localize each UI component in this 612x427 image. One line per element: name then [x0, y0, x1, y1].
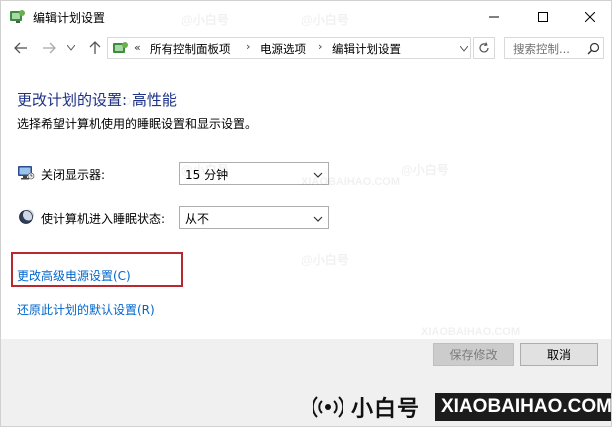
edit-plan-settings-window: 编辑计划设置 « 所有控制面板项 › 电源选项 › 编辑计划设置 搜索控制...…	[0, 0, 612, 427]
sleep-value: 从不	[185, 212, 210, 226]
watermark-text-cn: 小白号	[351, 397, 421, 422]
watermark-en-box: XIAOBAIHAO.COM	[435, 393, 611, 421]
control-panel-icon	[112, 40, 130, 56]
breadcrumb-power-options[interactable]: 电源选项	[260, 41, 306, 57]
window-title: 编辑计划设置	[33, 11, 106, 25]
restore-defaults-link[interactable]: 还原此计划的默认设置(R)	[17, 301, 155, 318]
breadcrumb-overflow[interactable]: «	[134, 41, 141, 54]
minimize-button[interactable]	[471, 1, 517, 32]
sleep-label: 使计算机进入睡眠状态:	[41, 212, 166, 226]
chevron-down-icon	[313, 169, 323, 179]
watermark-tile: XIAOBAIHAO.COM	[421, 326, 520, 338]
page-title: 更改计划的设置: 高性能	[17, 91, 177, 109]
watermark-banner: 小白号 XIAOBAIHAO.COM	[311, 389, 611, 425]
address-dropdown-button[interactable]	[457, 38, 471, 60]
display-off-select[interactable]: 15 分钟	[179, 162, 329, 185]
back-button[interactable]	[11, 38, 31, 58]
display-off-label: 关闭显示器:	[41, 168, 106, 182]
cancel-button[interactable]: 取消	[520, 343, 598, 366]
control-panel-icon	[9, 8, 27, 24]
close-button[interactable]	[567, 1, 611, 32]
title-bar: 编辑计划设置	[1, 1, 611, 32]
chevron-down-icon	[313, 213, 323, 223]
maximize-button[interactable]	[520, 1, 566, 32]
moon-icon	[17, 208, 35, 226]
search-box[interactable]: 搜索控制...	[504, 37, 604, 59]
recent-locations-button[interactable]	[65, 38, 77, 58]
up-button[interactable]	[85, 38, 105, 58]
breadcrumb-separator[interactable]: ›	[318, 40, 322, 53]
monitor-icon	[17, 164, 35, 182]
watermark-tile: @小白号	[301, 253, 349, 267]
forward-button[interactable]	[39, 38, 59, 58]
display-off-value: 15 分钟	[185, 168, 229, 182]
watermark-tile: @小白号	[401, 163, 449, 177]
broadcast-icon	[311, 395, 345, 419]
page-description: 选择希望计算机使用的睡眠设置和显示设置。	[17, 117, 258, 131]
refresh-button[interactable]	[473, 37, 495, 59]
address-bar[interactable]: « 所有控制面板项 › 电源选项 › 编辑计划设置	[107, 37, 471, 59]
advanced-power-settings-link[interactable]: 更改高级电源设置(C)	[17, 267, 131, 284]
search-icon[interactable]	[587, 42, 601, 56]
sleep-select[interactable]: 从不	[179, 206, 329, 229]
search-input[interactable]: 搜索控制...	[513, 41, 570, 57]
breadcrumb-separator[interactable]: ›	[246, 40, 250, 53]
save-changes-button[interactable]: 保存修改	[433, 343, 514, 366]
watermark-text-en: XIAOBAIHAO.COM	[441, 396, 612, 417]
breadcrumb-all-control-panel[interactable]: 所有控制面板项	[150, 41, 231, 57]
breadcrumb-edit-plan[interactable]: 编辑计划设置	[332, 41, 401, 57]
